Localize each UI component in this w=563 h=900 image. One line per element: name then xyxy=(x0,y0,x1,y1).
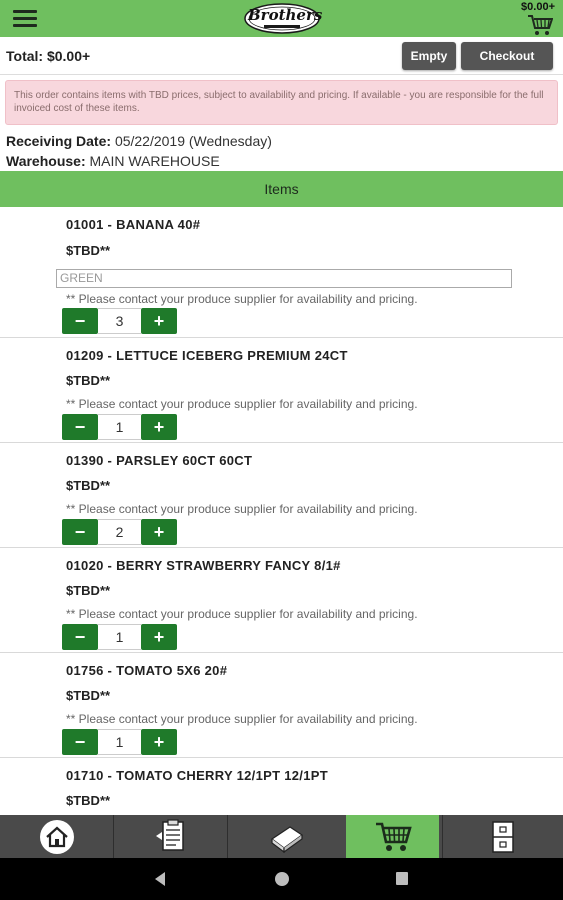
decrease-quantity-button[interactable]: − xyxy=(62,624,98,650)
item-availability-note: ** Please contact your produce supplier … xyxy=(66,712,418,726)
increase-quantity-button[interactable]: + xyxy=(141,308,177,334)
decrease-quantity-button[interactable]: − xyxy=(62,519,98,545)
order-guide-icon xyxy=(155,818,184,851)
item-price: $TBD** xyxy=(66,243,111,258)
checkout-button[interactable]: Checkout xyxy=(461,42,553,70)
item-title: 01209 - LETTUCE ICEBERG PREMIUM 24CT xyxy=(66,348,348,363)
decrease-quantity-button[interactable]: − xyxy=(62,308,98,334)
catalog-icon xyxy=(270,825,304,853)
item-title: 01020 - BERRY STRAWBERRY FANCY 8/1# xyxy=(66,558,341,573)
list-item: 01001 - BANANA 40# $TBD** GREEN ** Pleas… xyxy=(0,207,563,338)
item-availability-note: ** Please contact your produce supplier … xyxy=(66,502,418,516)
items-section-header: Items xyxy=(0,171,563,207)
receiving-date-label: Receiving Date: xyxy=(6,133,112,149)
item-price: $TBD** xyxy=(66,373,111,388)
list-item: 01710 - TOMATO CHERRY 12/1PT 12/1PT $TBD… xyxy=(0,758,563,815)
total-bar: Total: $0.00+ Empty Checkout xyxy=(0,37,563,75)
header-cart-total: $0.00+ xyxy=(521,1,555,13)
list-item: 01756 - TOMATO 5X6 20# $TBD** ** Please … xyxy=(0,653,563,758)
tab-account[interactable] xyxy=(443,815,563,858)
empty-button[interactable]: Empty xyxy=(402,42,456,70)
hamburger-menu-icon[interactable] xyxy=(13,10,37,28)
item-availability-note: ** Please contact your produce supplier … xyxy=(66,292,418,306)
quantity-value[interactable]: 3 xyxy=(98,308,141,334)
item-price: $TBD** xyxy=(66,478,111,493)
item-title: 01001 - BANANA 40# xyxy=(66,217,201,232)
quantity-value[interactable]: 1 xyxy=(98,729,141,755)
quantity-stepper: − 3 + xyxy=(62,308,177,334)
increase-quantity-button[interactable]: + xyxy=(141,624,177,650)
shopping-cart-icon[interactable] xyxy=(527,14,553,36)
account-icon xyxy=(492,820,514,853)
decrease-quantity-button[interactable]: − xyxy=(62,414,98,440)
cart-item-list[interactable]: 01001 - BANANA 40# $TBD** GREEN ** Pleas… xyxy=(0,207,563,815)
warehouse-value: MAIN WAREHOUSE xyxy=(89,153,220,169)
cart-icon xyxy=(375,822,412,851)
item-title: 01390 - PARSLEY 60CT 60CT xyxy=(66,453,253,468)
list-item: 01390 - PARSLEY 60CT 60CT $TBD** ** Plea… xyxy=(0,443,563,548)
recents-icon[interactable] xyxy=(394,870,410,888)
item-price: $TBD** xyxy=(66,793,111,808)
quantity-stepper: − 2 + xyxy=(62,519,177,545)
tab-home[interactable] xyxy=(0,815,113,858)
item-availability-note: ** Please contact your produce supplier … xyxy=(66,397,418,411)
order-total: Total: $0.00+ xyxy=(6,48,91,64)
receiving-date-value: 05/22/2019 (Wednesday) xyxy=(114,133,272,149)
tbd-price-alert: This order contains items with TBD price… xyxy=(5,80,558,125)
tab-catalog[interactable] xyxy=(228,815,346,858)
list-item: 01209 - LETTUCE ICEBERG PREMIUM 24CT $TB… xyxy=(0,338,563,443)
increase-quantity-button[interactable]: + xyxy=(141,414,177,440)
tab-order-guide[interactable] xyxy=(114,815,227,858)
item-title: 01756 - TOMATO 5X6 20# xyxy=(66,663,228,678)
tab-cart[interactable] xyxy=(346,815,439,858)
quantity-stepper: − 1 + xyxy=(62,414,177,440)
quantity-value[interactable]: 2 xyxy=(98,519,141,545)
warehouse-row: Warehouse: MAIN WAREHOUSE xyxy=(6,153,220,169)
logo-text: Brothers xyxy=(248,6,323,24)
system-navigation-bar xyxy=(0,858,563,900)
increase-quantity-button[interactable]: + xyxy=(141,729,177,755)
quantity-value[interactable]: 1 xyxy=(98,624,141,650)
item-price: $TBD** xyxy=(66,583,111,598)
back-icon[interactable] xyxy=(152,870,168,888)
item-availability-note: ** Please contact your produce supplier … xyxy=(66,607,418,621)
list-item: 01020 - BERRY STRAWBERRY FANCY 8/1# $TBD… xyxy=(0,548,563,653)
bottom-tab-bar xyxy=(0,815,563,858)
quantity-stepper: − 1 + xyxy=(62,729,177,755)
quantity-stepper: − 1 + xyxy=(62,624,177,650)
app-bar: Brothers $0.00+ xyxy=(0,0,563,37)
increase-quantity-button[interactable]: + xyxy=(141,519,177,545)
item-price: $TBD** xyxy=(66,688,111,703)
item-title: 01710 - TOMATO CHERRY 12/1PT 12/1PT xyxy=(66,768,328,783)
receiving-date-row: Receiving Date: 05/22/2019 (Wednesday) xyxy=(6,133,272,149)
home-icon xyxy=(39,819,74,854)
decrease-quantity-button[interactable]: − xyxy=(62,729,98,755)
warehouse-label: Warehouse: xyxy=(6,153,86,169)
item-note-input[interactable]: GREEN xyxy=(56,269,512,288)
quantity-value[interactable]: 1 xyxy=(98,414,141,440)
home-circle-icon[interactable] xyxy=(273,870,291,888)
